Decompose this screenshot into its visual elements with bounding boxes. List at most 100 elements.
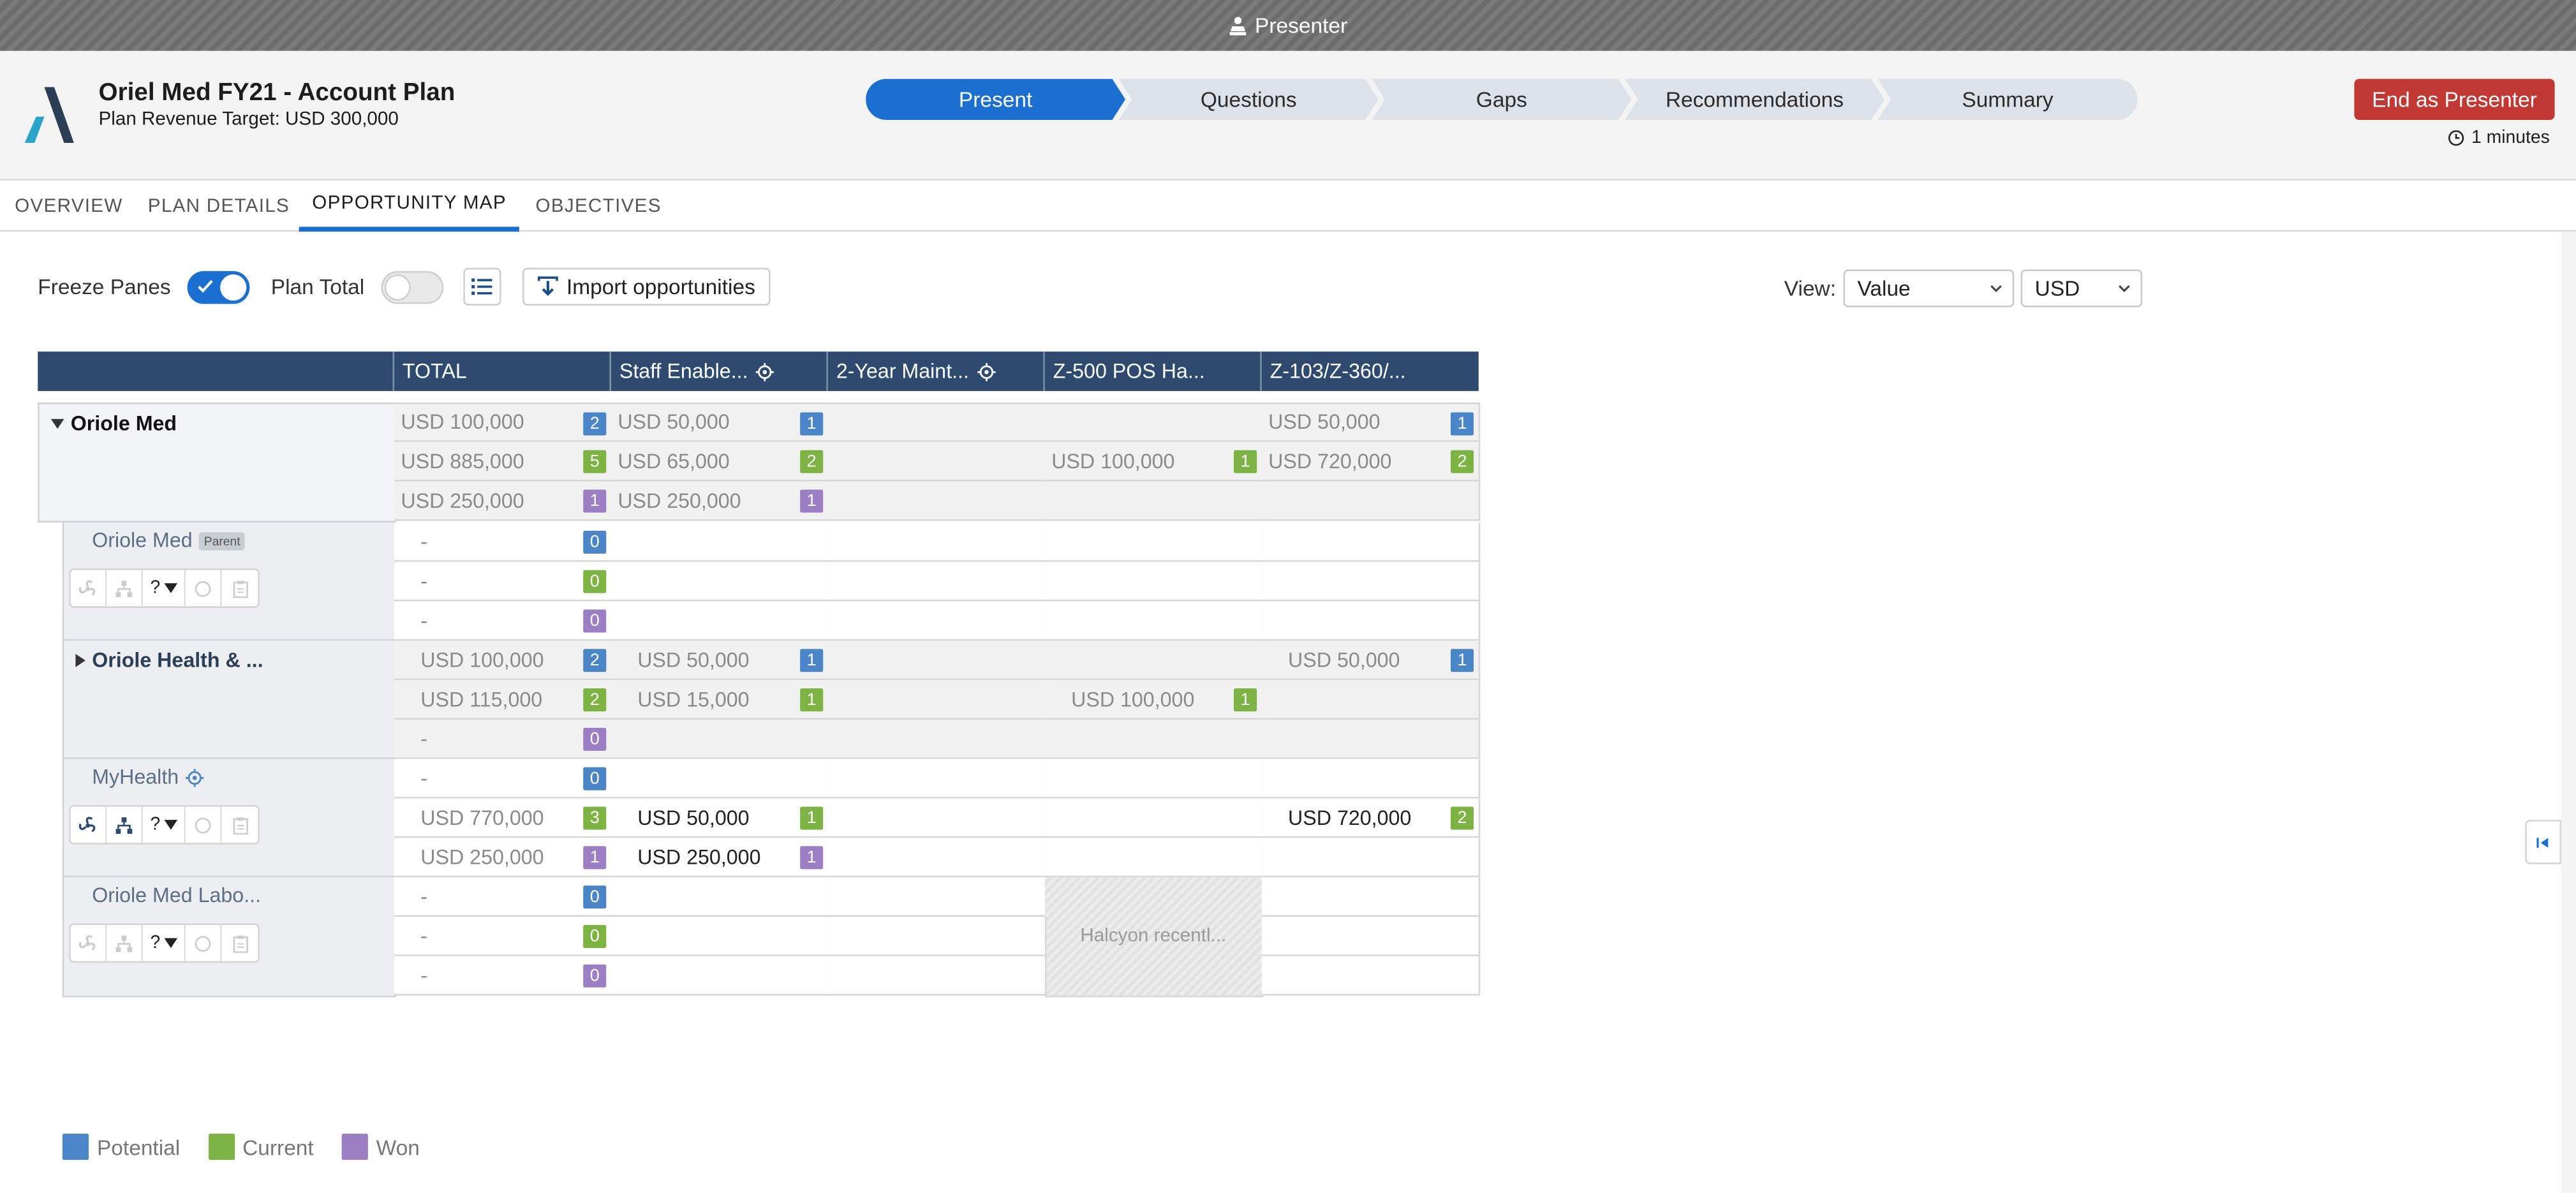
cell-empty [1261,601,1481,641]
count-badge: 1 [800,846,824,870]
cell-empty [827,641,1047,681]
tab-overview[interactable]: OVERVIEW [15,181,122,232]
account-name-myhealth[interactable]: MyHealth [92,766,204,789]
cell-value: USD 770,000 [420,806,544,829]
account-name-oriole-health[interactable]: Oriole Health & ... [75,649,263,672]
hierarchy-action[interactable] [107,806,144,843]
header-z-500-pos-label: Z-500 POS Ha... [1053,359,1205,383]
cell-total-won[interactable]: -0 [394,601,613,641]
collapse-caret-icon[interactable] [50,419,64,429]
header-2-year-maint[interactable]: 2-Year Maint... [827,352,1045,391]
stage-gaps[interactable]: Gaps [1372,79,1631,120]
tab-objectives[interactable]: OBJECTIVES [536,181,662,232]
plan-total-toggle[interactable] [380,270,443,304]
view-select[interactable]: Value [1842,269,2014,308]
status-dropdown[interactable]: ? [143,806,186,843]
cell-z103-potential[interactable]: USD 50,000 1 [1261,402,1481,442]
cell-total-current[interactable]: USD 770,000 3 [394,798,613,838]
cell-staff-won[interactable]: USD 250,000 1 [611,838,830,878]
cell-staff-potential[interactable]: USD 50,000 1 [611,402,830,442]
circle-action[interactable] [186,570,222,607]
count-badge: 1 [800,412,824,436]
cell-total-potential[interactable]: -0 [394,877,613,917]
target-icon[interactable] [756,362,774,381]
hierarchy-action[interactable] [107,570,144,607]
cell-staff-current[interactable]: USD 50,000 1 [611,798,830,838]
note-cell[interactable]: Halcyon recentl... [1044,877,1264,998]
cell-total-potential[interactable]: USD 100,000 2 [394,402,613,442]
cell-total-current[interactable]: USD 115,000 2 [394,680,613,720]
stage-recommendations[interactable]: Recommendations [1625,79,1884,120]
cell-total-potential[interactable]: -0 [394,759,613,799]
end-as-presenter-button[interactable]: End as Presenter [2354,78,2555,120]
header-2-year-maint-label: 2-Year Maint... [836,359,970,383]
import-opportunities-button[interactable]: Import opportunities [522,267,771,306]
cell-total-current[interactable]: USD 885,000 5 [394,441,613,482]
cell-z103-current[interactable]: USD 720,000 2 [1261,441,1481,482]
account-name-oriole-med[interactable]: Oriole Med [50,412,177,435]
cell-empty [1044,838,1264,878]
status-dropdown[interactable]: ? [143,924,186,961]
account-name-oriole-med-parent[interactable]: Oriole Med Parent [92,529,246,552]
cell-empty [1044,402,1264,442]
clipboard-action[interactable] [222,925,258,961]
account-actions: ? [69,568,260,608]
cell-total-won[interactable]: -0 [394,956,613,996]
whitespace-action[interactable] [71,806,107,843]
target-icon[interactable] [977,362,996,381]
expand-caret-icon[interactable] [75,653,85,667]
cell-z500-current[interactable]: USD 100,000 1 [1044,441,1264,482]
clock-icon [2448,130,2464,146]
cell-z103-potential[interactable]: USD 50,000 1 [1261,641,1481,681]
count-badge: 1 [800,489,824,513]
plan-header: Oriel Med FY21 - Account Plan Plan Reven… [0,50,2576,181]
list-view-button[interactable] [463,267,501,306]
cell-total-won[interactable]: USD 250,000 1 [394,838,613,878]
clipboard-action[interactable] [222,570,258,607]
header-z-103-z-360[interactable]: Z-103/Z-360/... [1261,352,1479,391]
cell-total-current[interactable]: -0 [394,917,613,956]
circle-action[interactable] [186,806,222,843]
freeze-panes-toggle[interactable] [187,270,250,304]
stage-present[interactable]: Present [866,79,1125,120]
tab-opportunity-map[interactable]: OPPORTUNITY MAP [299,181,520,232]
stage-summary[interactable]: Summary [1877,78,2138,120]
header-z-500-pos[interactable]: Z-500 POS Ha... [1044,352,1262,391]
account-name-oriole-med-labo[interactable]: Oriole Med Labo... [92,884,261,907]
cell-empty [1261,561,1481,602]
cell-value: USD 100,000 [1051,449,1175,473]
header-z-103-z-360-label: Z-103/Z-360/... [1269,359,1406,383]
cell-z103-current[interactable]: USD 720,000 2 [1261,798,1481,838]
legend-swatch-potential [62,1133,89,1160]
cell-total-won[interactable]: USD 250,000 1 [394,481,613,521]
cell-total-won[interactable]: -0 [394,719,613,759]
cell-total-current[interactable]: -0 [394,561,613,602]
cell-empty [611,522,830,562]
hierarchy-icon [115,935,133,952]
cell-staff-potential[interactable]: USD 50,000 1 [611,641,830,681]
whitespace-action[interactable] [71,924,107,961]
circle-action[interactable] [186,924,222,961]
cell-total-potential[interactable]: USD 100,000 2 [394,641,613,681]
collapse-panel-button[interactable] [2525,820,2561,864]
import-opportunities-label: Import opportunities [566,274,755,299]
tab-plan-details[interactable]: PLAN DETAILS [148,181,290,232]
stage-questions[interactable]: Questions [1119,79,1379,120]
count-badge: 5 [583,450,607,473]
cell-empty [1044,601,1264,641]
clipboard-action[interactable] [222,806,258,843]
cell-empty [611,877,830,917]
status-dropdown[interactable]: ? [143,570,186,607]
header-total: TOTAL [394,352,612,391]
clipboard-icon [232,816,248,834]
cell-z500-current[interactable]: USD 100,000 1 [1044,680,1264,720]
header-staff-enable[interactable]: Staff Enable... [611,352,828,391]
currency-select[interactable]: USD [2020,269,2142,308]
whitespace-action[interactable] [71,570,107,607]
target-icon[interactable] [185,767,204,787]
cell-staff-won[interactable]: USD 250,000 1 [611,481,830,521]
cell-total-potential[interactable]: -0 [394,522,613,562]
cell-staff-current[interactable]: USD 15,000 1 [611,680,830,720]
hierarchy-action[interactable] [107,924,144,961]
cell-staff-current[interactable]: USD 65,000 2 [611,441,830,482]
